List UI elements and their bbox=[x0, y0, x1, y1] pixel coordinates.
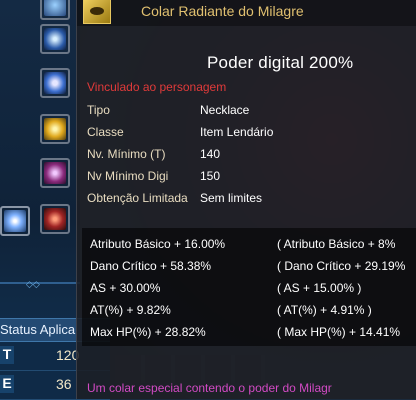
info-value: Necklace bbox=[200, 103, 250, 117]
inventory-slot-purple-rune[interactable] bbox=[40, 158, 70, 188]
stat-key: T bbox=[0, 346, 14, 364]
stat-base: AT(%) + 9.82% bbox=[90, 303, 171, 317]
stat-digital: ( Max HP(%) + 14.41% bbox=[277, 325, 401, 339]
star-burst-icon bbox=[4, 210, 26, 232]
crystal-icon bbox=[44, 28, 66, 50]
stat-line: Dano Crítico + 58.38% ( Dano Crítico + 2… bbox=[82, 259, 416, 277]
item-title: Colar Radiante do Milagre bbox=[141, 3, 304, 19]
item-tooltip: Colar Radiante do Milagre Poder digital … bbox=[76, 0, 416, 399]
info-label: Nv Mínimo Digi bbox=[87, 169, 169, 183]
info-value: Item Lendário bbox=[200, 125, 274, 139]
stat-base: AS + 30.00% bbox=[90, 281, 161, 295]
tooltip-header: Colar Radiante do Milagre bbox=[77, 0, 416, 26]
stat-digital: ( AT(%) + 4.91% ) bbox=[277, 303, 372, 317]
stat-value: 36 bbox=[56, 376, 72, 392]
red-book-icon bbox=[44, 208, 66, 230]
golden-eye-icon bbox=[44, 118, 66, 140]
gem-icon bbox=[44, 0, 66, 16]
stat-line: AT(%) + 9.82% ( AT(%) + 4.91% ) bbox=[82, 303, 416, 321]
stat-digital: ( Dano Crítico + 29.19% bbox=[277, 259, 406, 273]
stat-key: E bbox=[0, 375, 14, 393]
inventory-slot-gem[interactable] bbox=[40, 0, 70, 20]
orb-icon bbox=[44, 72, 66, 94]
stat-digital: ( Atributo Básico + 8% bbox=[277, 237, 396, 251]
purple-rune-icon bbox=[44, 162, 66, 184]
status-applied-label: Status Aplica bbox=[0, 322, 76, 337]
info-value: 140 bbox=[200, 147, 221, 161]
inventory-slot-orb[interactable] bbox=[40, 68, 70, 98]
inventory-slot-crystal[interactable] bbox=[40, 24, 70, 54]
stat-base: Max HP(%) + 28.82% bbox=[90, 325, 206, 339]
diamond-ornament-icon: ◇◇ bbox=[26, 279, 40, 289]
info-label: Tipo bbox=[87, 103, 110, 117]
stat-base: Dano Crítico + 58.38% bbox=[90, 259, 212, 273]
stat-line: Atributo Básico + 16.00% ( Atributo Bási… bbox=[82, 237, 416, 255]
equipped-slot-star[interactable] bbox=[0, 206, 30, 236]
info-value: 150 bbox=[200, 169, 221, 183]
inventory-slot-golden-eye[interactable] bbox=[40, 114, 70, 144]
stat-digital: ( AS + 15.00% ) bbox=[277, 281, 362, 295]
stat-line: AS + 30.00% ( AS + 15.00% ) bbox=[82, 281, 416, 299]
stat-base: Atributo Básico + 16.00% bbox=[90, 237, 226, 251]
stats-panel: Atributo Básico + 16.00% ( Atributo Bási… bbox=[82, 228, 416, 346]
stat-line: Max HP(%) + 28.82% ( Max HP(%) + 14.41% bbox=[82, 325, 416, 343]
info-label: Obtenção Limitada bbox=[87, 191, 188, 205]
divider bbox=[0, 282, 80, 284]
info-label: Nv. Mínimo (T) bbox=[87, 147, 166, 161]
necklace-item-icon bbox=[83, 0, 111, 24]
digital-power: Poder digital 200% bbox=[207, 53, 354, 72]
info-value: Sem limites bbox=[200, 191, 263, 205]
bound-status: Vinculado ao personagem bbox=[87, 80, 227, 94]
inventory-slot-red-book[interactable] bbox=[40, 204, 70, 234]
info-label: Classe bbox=[87, 125, 124, 139]
item-description: Um colar especial contendo o poder do Mi… bbox=[87, 381, 332, 395]
